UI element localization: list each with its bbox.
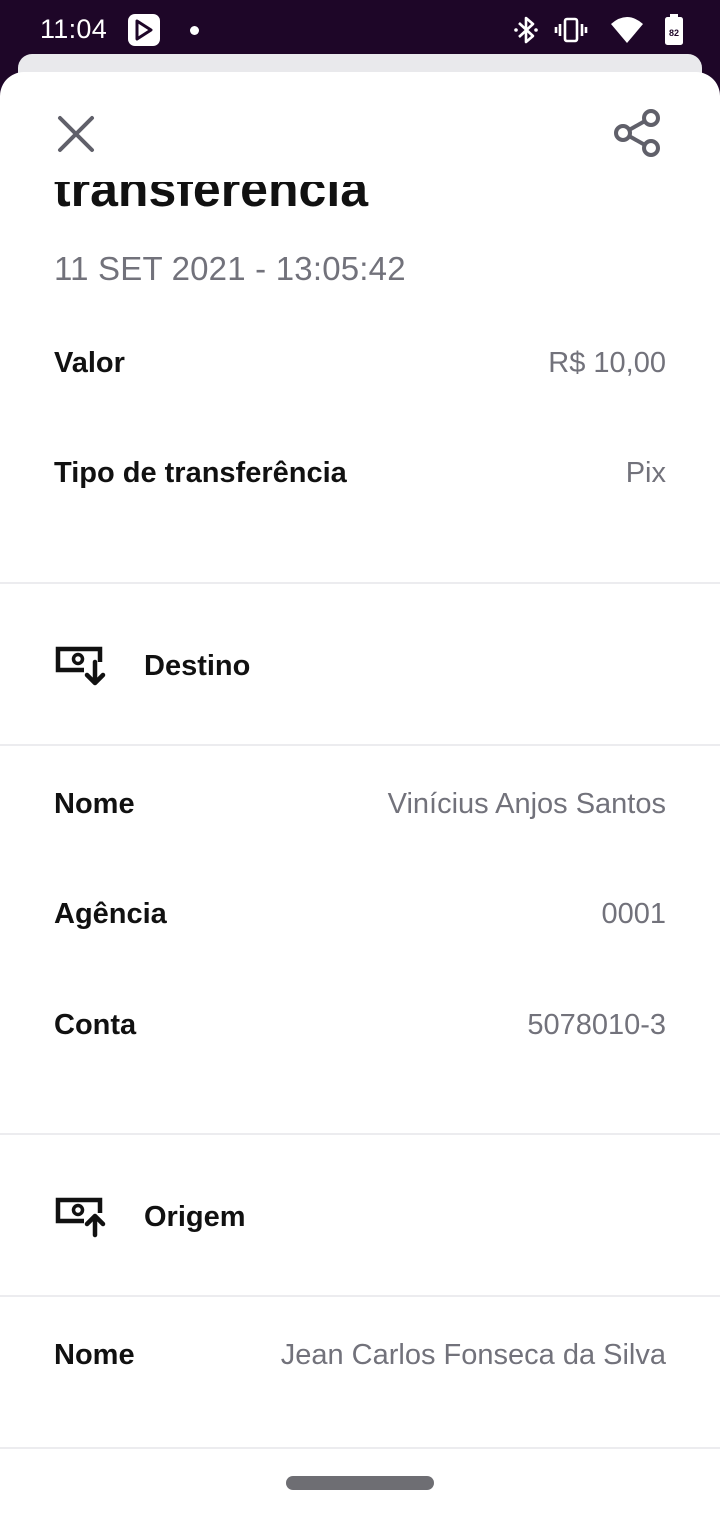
destino-section-header: Destino [54,638,666,694]
destino-agencia-value: 0001 [601,897,666,930]
close-button[interactable] [52,112,100,160]
divider [0,1133,720,1135]
valor-label: Valor [54,346,125,379]
divider [0,744,720,746]
tipo-row: Tipo de transferência Pix [54,453,666,493]
home-indicator[interactable] [286,1476,434,1490]
destino-nome-value: Vinícius Anjos Santos [387,787,666,820]
origem-nome-value: Jean Carlos Fonseca da Silva [280,1338,666,1371]
transfer-receipt-sheet: transferência 11 SET 2021 - 13:05:42 Val… [0,72,720,1520]
wifi-icon [610,14,644,51]
transfer-date: 11 SET 2021 - 13:05:42 [54,250,406,287]
valor-value: R$ 10,00 [548,346,666,379]
destino-conta-row: Conta 5078010-3 [54,1005,666,1045]
receive-money-icon [54,644,108,688]
play-app-icon [128,14,160,46]
destino-title: Destino [144,649,251,682]
share-button[interactable] [612,108,664,162]
destino-agencia-row: Agência 0001 [54,894,666,934]
origem-nome-row: Nome Jean Carlos Fonseca da Silva [54,1335,666,1375]
origem-section-header: Origem [54,1189,666,1245]
destino-conta-value: 5078010-3 [527,1008,666,1041]
tipo-label: Tipo de transferência [54,456,347,489]
status-bar: 11:04 82 [0,0,720,62]
destino-conta-label: Conta [54,1008,137,1041]
title-scroll-clip: transferência [0,182,720,220]
divider [0,1447,720,1449]
tipo-value: Pix [625,456,666,489]
valor-row: Valor R$ 10,00 [54,343,666,383]
page-title: transferência [54,182,369,217]
divider [0,1295,720,1297]
share-icon [613,108,663,162]
destino-nome-row: Nome Vinícius Anjos Santos [54,784,666,824]
destino-agencia-label: Agência [54,897,167,930]
destino-nome-label: Nome [54,787,135,820]
notification-dot-icon [190,26,199,35]
bluetooth-icon [513,14,539,51]
origem-nome-label: Nome [54,1338,135,1371]
battery-icon: 82 [664,14,684,51]
close-icon [56,114,96,159]
send-money-icon [54,1195,108,1239]
status-time: 11:04 [40,14,108,44]
vibrate-icon [554,14,588,51]
origem-title: Origem [144,1200,246,1233]
battery-level-text: 82 [669,28,679,38]
divider [0,582,720,584]
